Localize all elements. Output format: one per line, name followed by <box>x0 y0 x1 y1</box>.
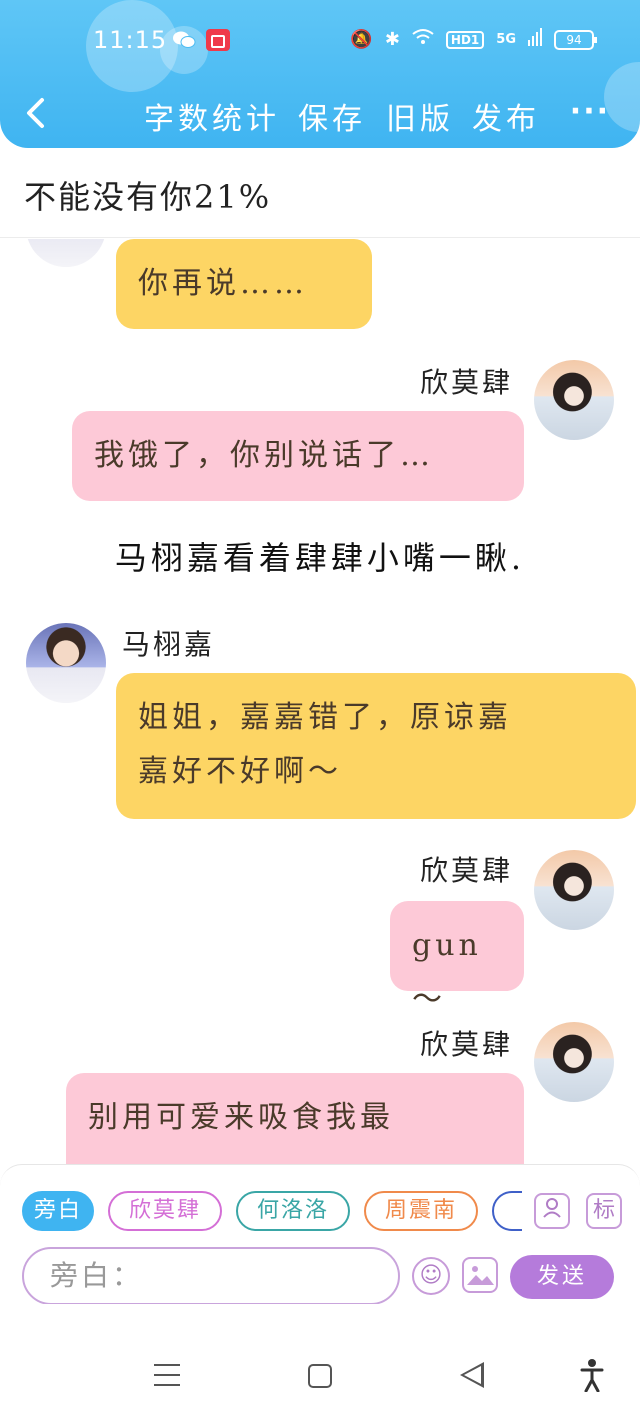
chat-area[interactable]: 你再说…… 欣莫肆 我饿了，你别说话了… 马栩嘉看着肆肆小嘴一瞅. 马栩嘉 姐姐… <box>0 239 640 1164</box>
message-bubble[interactable]: gun～ <box>390 901 524 1017</box>
message-text: 你再说…… <box>138 266 308 301</box>
screen: 11:15 🔕 ✱ HD1 5G 94 字数统计 保存 旧版 发布 ··· 不能… <box>0 0 640 1422</box>
status-time: 11:15 <box>93 26 168 54</box>
mark-button[interactable]: 标 <box>586 1193 622 1229</box>
message-bubble[interactable]: 我饿了，你别说话了… <box>72 411 524 501</box>
smile-icon[interactable]: ☺ <box>412 1257 450 1295</box>
status-icons: 🔕 ✱ HD1 5G 94 <box>350 28 597 51</box>
screen-record-icon <box>206 29 230 51</box>
avatar[interactable] <box>534 850 614 930</box>
message-text: gun～ <box>412 928 482 1017</box>
role-chip-1[interactable]: 欣莫肆 <box>108 1191 222 1231</box>
story-title[interactable]: 不能没有你21% <box>24 172 271 218</box>
send-button[interactable]: 发送 <box>510 1255 614 1299</box>
person-icon[interactable] <box>534 1193 570 1229</box>
message-text: 别用可爱来吸食我最 <box>88 1100 394 1135</box>
wifi-icon <box>412 28 434 51</box>
message-bubble[interactable]: 别用可爱来吸食我最 <box>66 1073 524 1164</box>
home-icon[interactable] <box>308 1364 332 1388</box>
publish-button[interactable]: 发布 <box>472 94 540 138</box>
more-options-button[interactable]: ··· <box>570 94 610 129</box>
wechat-icon <box>173 31 196 48</box>
back-arrow-icon[interactable] <box>22 96 50 130</box>
network-indicator: 5G <box>496 32 516 47</box>
app-header: 11:15 🔕 ✱ HD1 5G 94 字数统计 保存 旧版 发布 ··· <box>0 0 640 148</box>
network-label: 5G <box>496 32 516 47</box>
status-bar: 11:15 🔕 ✱ HD1 5G 94 <box>0 24 640 58</box>
hd-indicator: HD1 <box>445 30 485 49</box>
composer-panel: 旁白 欣莫肆 何洛洛 周震南 标 旁白： ☺ 发送 <box>0 1164 640 1305</box>
message-text-line: 嘉好不好啊～ <box>138 754 342 789</box>
avatar[interactable] <box>26 623 106 703</box>
message-input[interactable]: 旁白： <box>22 1247 400 1305</box>
bluetooth-icon: ✱ <box>384 29 400 50</box>
role-chip-narrator[interactable]: 旁白 <box>22 1191 94 1231</box>
sender-name: 马栩嘉 <box>122 628 216 661</box>
message-text-line: 姐姐，嘉嘉错了，原谅嘉 <box>138 700 512 735</box>
role-chip-partial[interactable] <box>492 1191 522 1231</box>
avatar[interactable] <box>534 1022 614 1102</box>
old-version-button[interactable]: 旧版 <box>386 94 454 138</box>
mute-bell-icon: 🔕 <box>350 29 373 50</box>
role-chip-3[interactable]: 周震南 <box>364 1191 478 1231</box>
role-chip-list[interactable]: 旁白 欣莫肆 何洛洛 周震南 <box>22 1191 522 1235</box>
avatar[interactable] <box>26 239 106 267</box>
battery-level: 94 <box>566 32 582 47</box>
sender-name: 欣莫肆 <box>420 366 514 399</box>
recents-icon[interactable] <box>154 1364 180 1386</box>
sender-name: 欣莫肆 <box>420 854 514 887</box>
message-bubble[interactable]: 姐姐，嘉嘉错了，原谅嘉 嘉好不好啊～ <box>116 673 636 819</box>
message-text: 我饿了，你别说话了… <box>94 438 434 473</box>
avatar[interactable] <box>534 360 614 440</box>
message-bubble[interactable]: 你再说…… <box>116 239 372 329</box>
story-title-bar: 不能没有你21% <box>0 150 640 238</box>
top-navbar: 字数统计 保存 旧版 发布 ··· <box>0 88 640 138</box>
battery-icon: 94 <box>554 29 597 50</box>
sender-name: 欣莫肆 <box>420 1028 514 1061</box>
role-chip-2[interactable]: 何洛洛 <box>236 1191 350 1231</box>
narration-text[interactable]: 马栩嘉看着肆肆小嘴一瞅. <box>0 533 640 579</box>
image-icon[interactable] <box>462 1257 498 1293</box>
signal-icon <box>528 28 542 51</box>
save-button[interactable]: 保存 <box>298 94 366 138</box>
system-nav-bar <box>0 1304 640 1422</box>
back-triangle-icon[interactable] <box>460 1362 484 1388</box>
accessibility-icon[interactable] <box>580 1358 604 1393</box>
word-count-button[interactable]: 字数统计 <box>144 94 280 138</box>
